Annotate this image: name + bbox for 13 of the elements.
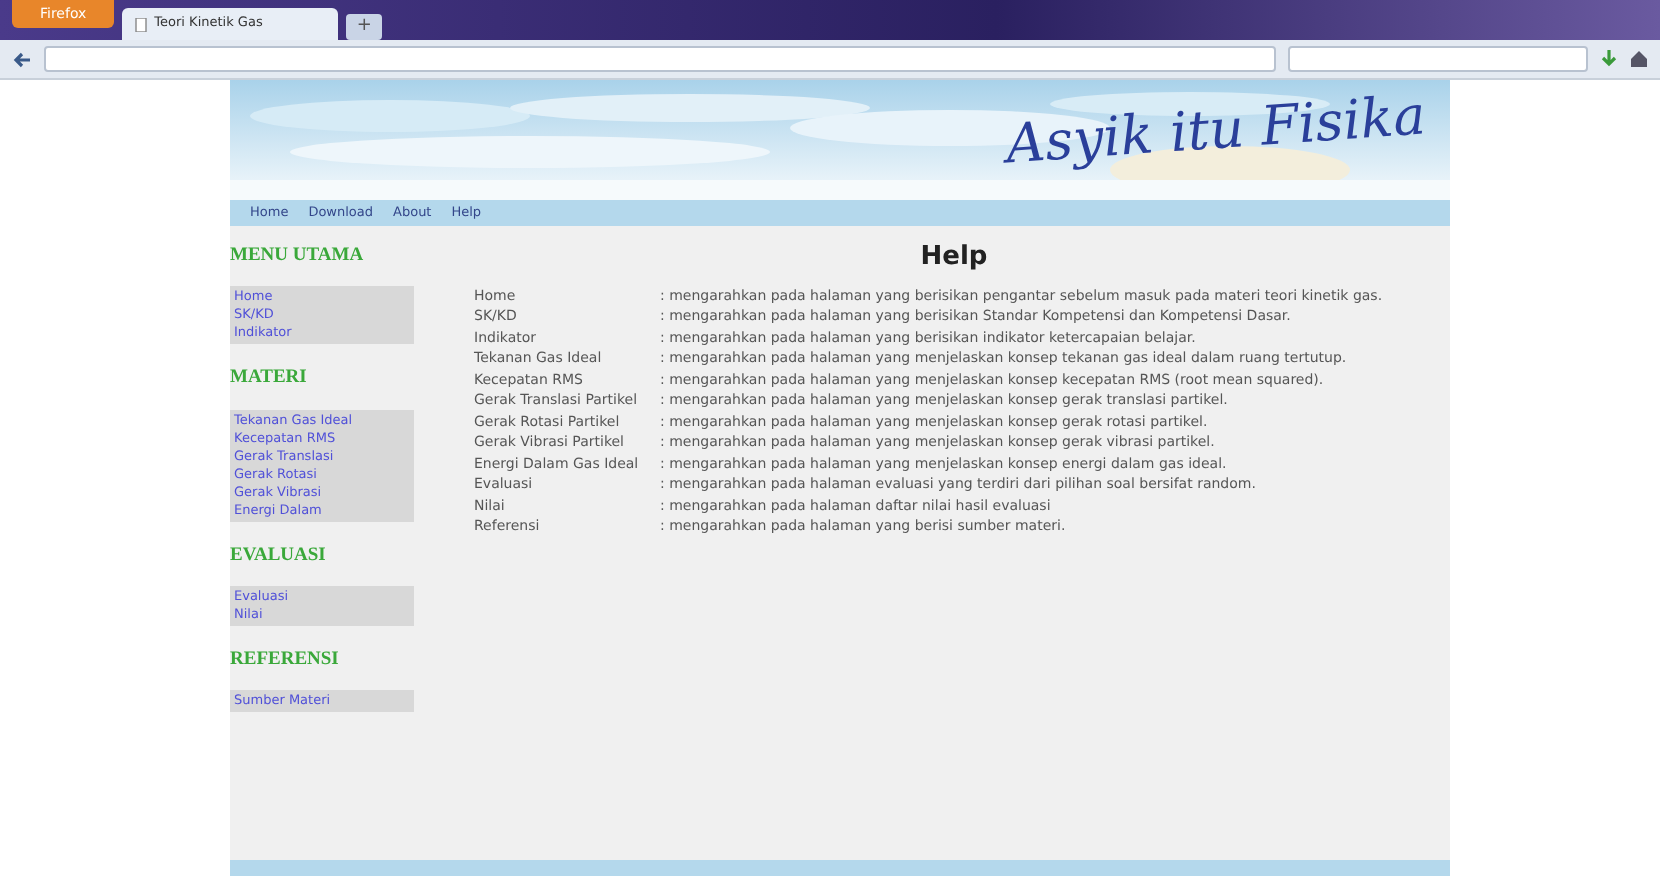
sidebar-heading: MATERI bbox=[230, 366, 309, 393]
address-field[interactable] bbox=[44, 46, 1276, 72]
search-field[interactable] bbox=[1288, 46, 1588, 72]
sidebar-heading: REFERENSI bbox=[230, 647, 341, 674]
home-icon[interactable] bbox=[1630, 50, 1648, 68]
page-icon bbox=[134, 17, 149, 31]
sidebar-heading: MENU UTAMA bbox=[230, 244, 366, 270]
site-title: Asyik itu Fisika bbox=[1003, 83, 1429, 181]
sidebar-heading: EVALUASI bbox=[230, 543, 328, 569]
new-tab-button[interactable]: + bbox=[346, 14, 383, 40]
download-icon[interactable] bbox=[1600, 50, 1618, 68]
page-heading: Help bbox=[918, 242, 990, 274]
back-icon[interactable] bbox=[12, 49, 32, 69]
